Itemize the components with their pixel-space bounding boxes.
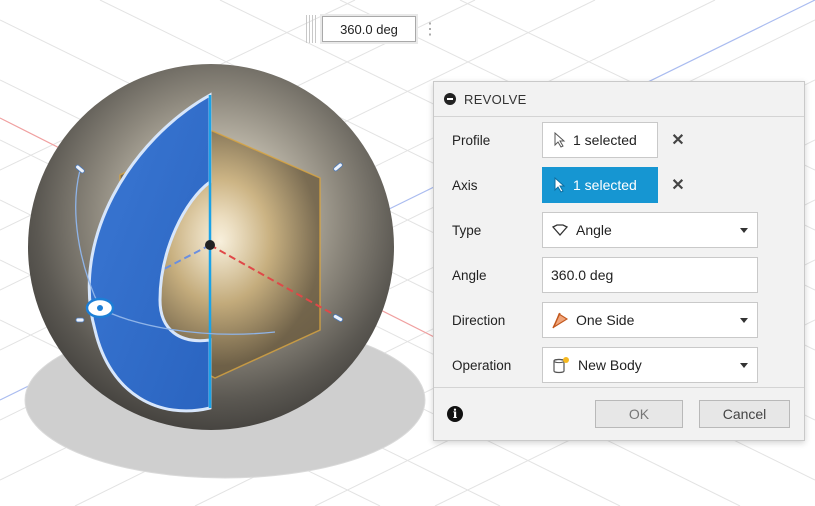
drag-grip[interactable] bbox=[306, 15, 316, 43]
dialog-title: REVOLVE bbox=[464, 91, 527, 107]
pointer-icon bbox=[554, 177, 566, 193]
direction-dropdown[interactable]: One Side bbox=[542, 302, 758, 338]
info-icon[interactable]: i bbox=[447, 406, 463, 422]
ok-button[interactable]: OK bbox=[595, 400, 683, 428]
angle-label: Angle bbox=[452, 267, 487, 283]
operation-label: Operation bbox=[452, 357, 512, 373]
profile-label: Profile bbox=[452, 132, 491, 148]
more-options-icon[interactable]: ⋮ bbox=[422, 17, 438, 41]
revolve-dialog: REVOLVE Profile 1 selected ✕ Axis 1 sele… bbox=[433, 81, 805, 441]
type-row: Type Angle bbox=[434, 210, 806, 250]
type-value: Angle bbox=[576, 222, 612, 238]
type-dropdown[interactable]: Angle bbox=[542, 212, 758, 248]
direction-label: Direction bbox=[452, 312, 506, 328]
profile-value: 1 selected bbox=[573, 132, 637, 148]
dialog-header: REVOLVE bbox=[434, 82, 804, 117]
dialog-footer: i OK Cancel bbox=[434, 387, 804, 440]
axis-label: Axis bbox=[452, 177, 478, 193]
chevron-down-icon bbox=[740, 228, 748, 233]
operation-dropdown[interactable]: New Body bbox=[542, 347, 758, 383]
profile-select-button[interactable]: 1 selected bbox=[542, 122, 658, 158]
operation-row: Operation New Body bbox=[434, 345, 806, 385]
axis-select-button[interactable]: 1 selected bbox=[542, 167, 658, 203]
angle-manipulator: 360.0 deg ⋮ bbox=[306, 13, 438, 45]
direction-row: Direction One Side bbox=[434, 300, 806, 340]
chevron-down-icon bbox=[740, 363, 748, 368]
collapse-icon[interactable] bbox=[444, 93, 456, 105]
pointer-icon bbox=[554, 132, 566, 148]
manipulator-angle-input[interactable]: 360.0 deg bbox=[322, 16, 416, 42]
profile-row: Profile 1 selected ✕ bbox=[434, 120, 806, 160]
type-label: Type bbox=[452, 222, 482, 238]
angle-icon bbox=[551, 224, 569, 236]
angle-row: Angle 360.0 deg bbox=[434, 255, 806, 295]
cancel-button[interactable]: Cancel bbox=[699, 400, 790, 428]
axis-clear-icon[interactable]: ✕ bbox=[664, 175, 692, 195]
operation-value: New Body bbox=[578, 357, 642, 373]
angle-input[interactable]: 360.0 deg bbox=[542, 257, 758, 293]
axis-value: 1 selected bbox=[573, 177, 637, 193]
axis-row: Axis 1 selected ✕ bbox=[434, 165, 806, 205]
direction-value: One Side bbox=[576, 312, 635, 328]
new-body-icon bbox=[553, 357, 569, 374]
chevron-down-icon bbox=[740, 318, 748, 323]
profile-clear-icon[interactable]: ✕ bbox=[664, 130, 692, 150]
one-side-icon bbox=[552, 312, 569, 329]
